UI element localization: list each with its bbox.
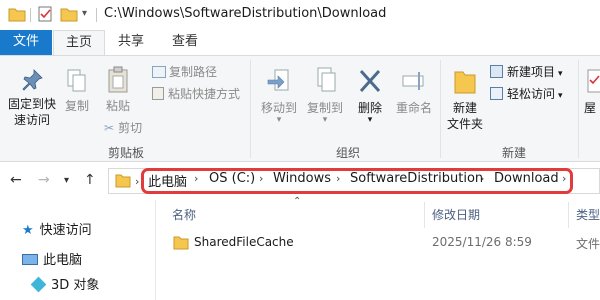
properties-button[interactable]: 屋 bbox=[584, 66, 600, 116]
pin-icon bbox=[4, 68, 60, 96]
new-folder-icon bbox=[444, 66, 486, 100]
new-folder-quick-icon[interactable] bbox=[60, 6, 78, 25]
new-item-dropdown-icon: ▾ bbox=[558, 69, 563, 79]
address-root-chevron-icon[interactable]: › bbox=[135, 175, 139, 188]
customize-quick-access-icon[interactable]: ▾ bbox=[82, 8, 87, 19]
crumb-chevron-icon[interactable]: › bbox=[480, 172, 484, 185]
navigation-pane: ★ 快速访问 此电脑 3D 对象 bbox=[0, 200, 155, 300]
delete-button[interactable]: 删除 ▾ bbox=[352, 66, 388, 125]
star-icon: ★ bbox=[22, 223, 34, 238]
paste-shortcut-icon bbox=[152, 87, 164, 100]
copy-path-icon bbox=[152, 66, 166, 78]
file-list-header: ⌃ 名称 修改日期 类型 bbox=[156, 196, 600, 228]
crumb-download[interactable]: Download bbox=[494, 171, 559, 186]
scissors-icon: ✂ bbox=[104, 121, 115, 135]
title-bar: ▾ C:\Windows\SoftwareDistribution\Downlo… bbox=[0, 0, 600, 30]
new-item-button[interactable]: 新建项目 ▾ bbox=[490, 64, 563, 82]
nav-3d-objects[interactable]: 3D 对象 bbox=[30, 274, 99, 293]
file-type: 文件 bbox=[576, 237, 600, 251]
paste-shortcut-button[interactable]: 粘贴快捷方式 bbox=[152, 86, 240, 102]
folder-icon bbox=[8, 6, 26, 25]
new-folder-button[interactable]: 新建 文件夹 bbox=[444, 66, 486, 132]
nav-this-pc[interactable]: 此电脑 bbox=[22, 249, 82, 268]
properties-quick-icon[interactable] bbox=[37, 6, 53, 25]
easy-access-dropdown-icon: ▾ bbox=[558, 91, 563, 101]
copy-to-dropdown-icon: ▾ bbox=[322, 115, 328, 125]
tab-file[interactable]: 文件 bbox=[0, 30, 52, 55]
delete-x-icon bbox=[352, 66, 388, 100]
pin-to-quick-access-button[interactable]: 固定到快 速访问 bbox=[4, 68, 60, 128]
ribbon-tabs: 文件 主页 共享 查看 bbox=[0, 30, 600, 56]
tab-home[interactable]: 主页 bbox=[53, 30, 105, 56]
crumb-chevron-icon[interactable]: › bbox=[194, 172, 198, 185]
column-name[interactable]: 名称 bbox=[172, 206, 196, 223]
column-type[interactable]: 类型 bbox=[576, 206, 600, 223]
crumb-chevron-icon[interactable]: › bbox=[259, 172, 263, 185]
cut-button[interactable]: ✂ 剪切 bbox=[104, 120, 142, 136]
computer-icon bbox=[22, 254, 38, 265]
crumb-chevron-icon[interactable]: › bbox=[562, 172, 566, 185]
copy-icon bbox=[60, 68, 94, 98]
crumb-softwaredistribution[interactable]: SoftwareDistribution bbox=[350, 171, 483, 186]
organize-group-label: 组织 bbox=[335, 146, 360, 160]
address-folder-icon bbox=[115, 173, 131, 191]
up-arrow-icon[interactable]: ↑ bbox=[84, 172, 96, 188]
tab-view[interactable]: 查看 bbox=[160, 30, 210, 55]
back-arrow-icon[interactable]: ← bbox=[10, 172, 22, 188]
recent-locations-icon[interactable]: ▾ bbox=[64, 175, 69, 186]
window-title: C:\Windows\SoftwareDistribution\Download bbox=[104, 6, 387, 21]
move-to-icon bbox=[256, 66, 302, 100]
sort-arrow-icon: ⌃ bbox=[293, 196, 302, 207]
delete-dropdown-icon: ▾ bbox=[367, 115, 373, 125]
paste-button[interactable]: 粘贴 bbox=[100, 66, 136, 114]
tab-share[interactable]: 共享 bbox=[106, 30, 156, 55]
table-row[interactable]: SharedFileCache 2025/11/26 8:59 文件 bbox=[156, 232, 600, 254]
rename-button[interactable]: 重命名 bbox=[392, 66, 436, 116]
copy-to-button[interactable]: 复制到 ▾ bbox=[302, 66, 348, 125]
clipboard-icon bbox=[100, 66, 136, 98]
new-item-icon bbox=[490, 65, 503, 78]
copy-path-button[interactable]: 复制路径 bbox=[152, 64, 217, 80]
file-modified: 2025/11/26 8:59 bbox=[432, 235, 532, 249]
crumb-this-pc[interactable]: 此电脑 bbox=[148, 171, 187, 190]
easy-access-icon bbox=[490, 87, 503, 100]
new-group-label: 新建 bbox=[501, 146, 526, 160]
file-name: SharedFileCache bbox=[194, 235, 294, 249]
crumb-windows[interactable]: Windows bbox=[273, 171, 331, 186]
clipboard-group-label: 剪贴板 bbox=[107, 146, 144, 160]
crumb-os-c[interactable]: OS (C:) bbox=[209, 171, 255, 186]
easy-access-button[interactable]: 轻松访问 ▾ bbox=[490, 86, 563, 104]
forward-arrow-icon[interactable]: → bbox=[38, 172, 50, 188]
nav-quick-access[interactable]: ★ 快速访问 bbox=[22, 219, 92, 238]
properties-icon bbox=[584, 66, 600, 100]
ribbon: 固定到快 速访问 复制 粘贴 复制路径 粘贴快捷方式 ✂ 剪切 剪贴板 移动到 ▾… bbox=[0, 55, 600, 162]
rename-icon bbox=[392, 66, 436, 100]
address-row: ← → ▾ ↑ › 此电脑 › OS (C:) › Windows › Soft… bbox=[0, 162, 600, 200]
crumb-chevron-icon[interactable]: › bbox=[336, 172, 340, 185]
column-modified[interactable]: 修改日期 bbox=[432, 206, 480, 223]
move-to-dropdown-icon: ▾ bbox=[276, 115, 282, 125]
copy-to-icon bbox=[302, 66, 348, 100]
cube-icon bbox=[30, 276, 47, 293]
move-to-button[interactable]: 移动到 ▾ bbox=[256, 66, 302, 125]
folder-icon bbox=[173, 235, 189, 253]
copy-button[interactable]: 复制 bbox=[60, 68, 94, 114]
